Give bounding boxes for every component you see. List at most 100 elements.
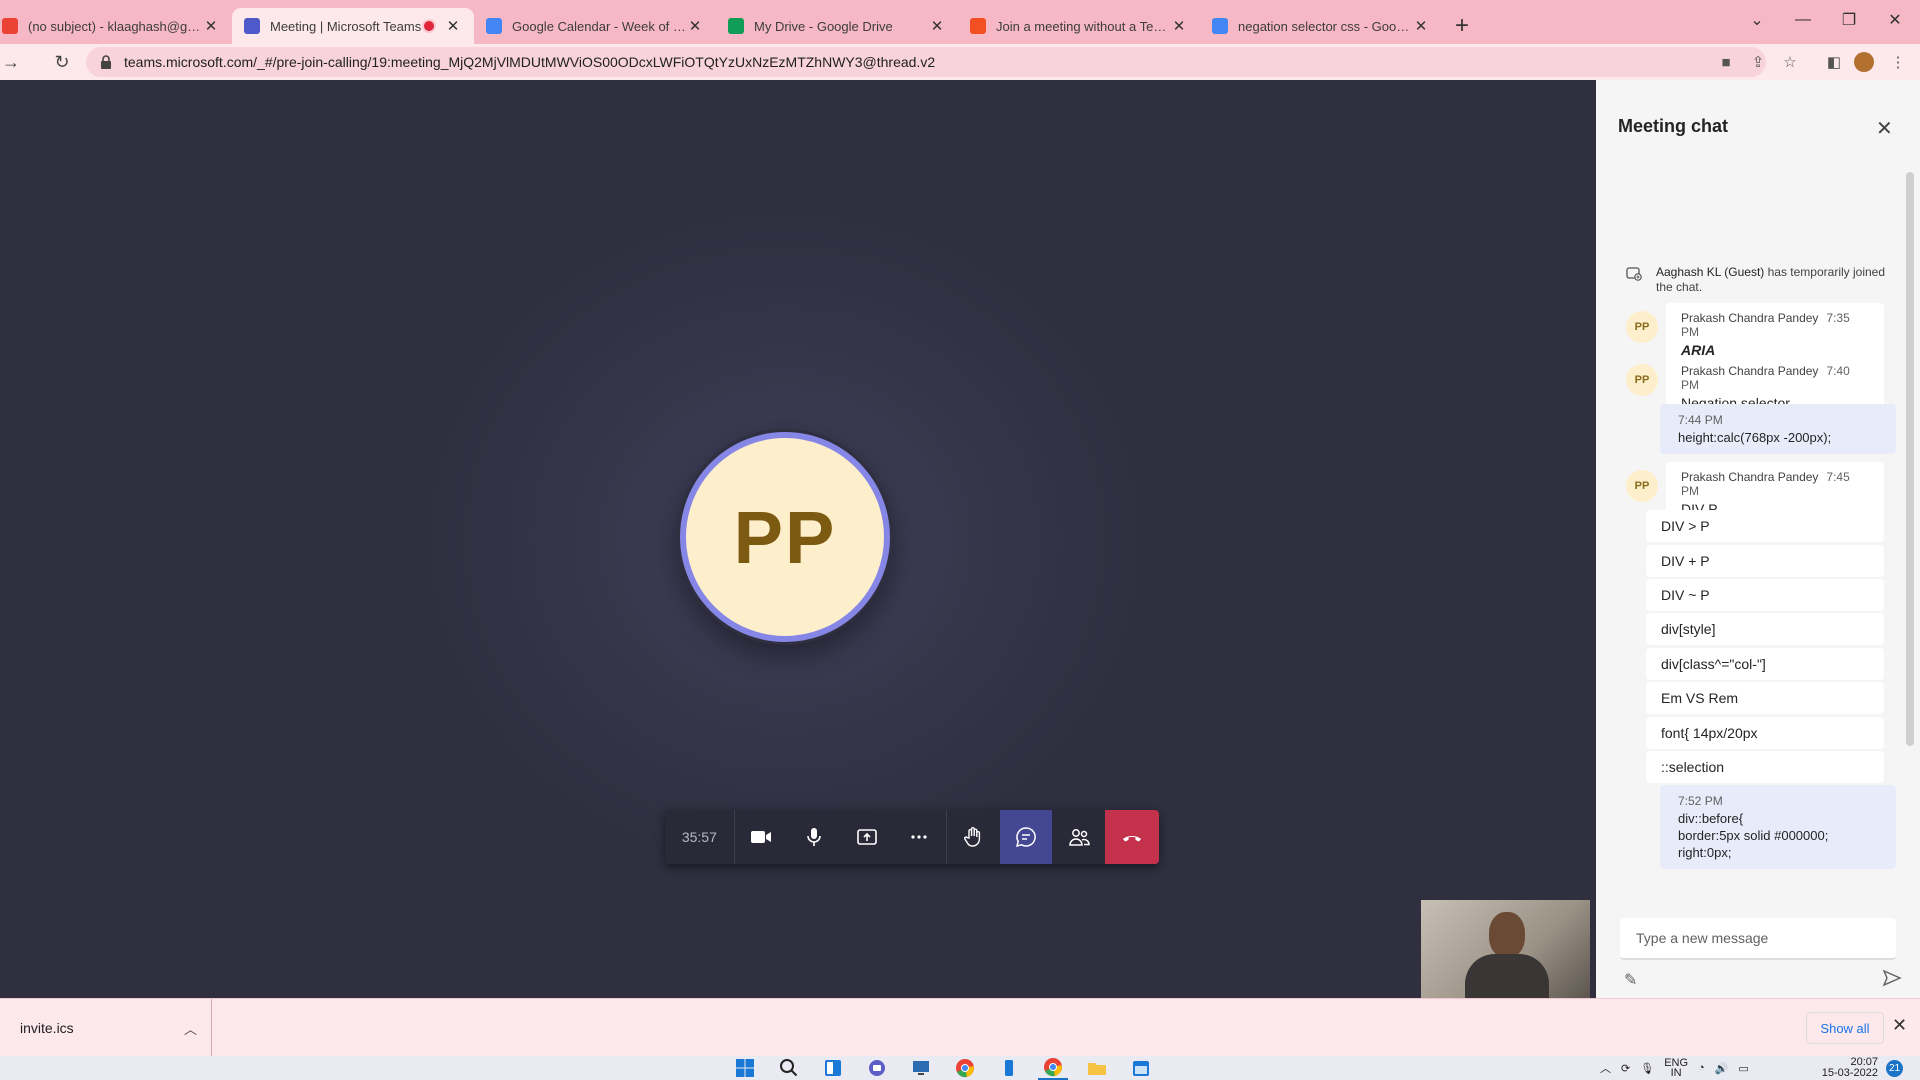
- tray-microphone-icon[interactable]: 🎙: [1640, 1062, 1654, 1075]
- participants-button[interactable]: [1052, 810, 1105, 864]
- message-line: right:0px;: [1678, 845, 1732, 860]
- widgets-icon[interactable]: [818, 1056, 848, 1080]
- message-text: font{ 14px/20px: [1661, 725, 1758, 741]
- chat-panel-title: Meeting chat: [1618, 116, 1729, 136]
- browser-tab[interactable]: My Drive - Google Drive ✕: [716, 8, 958, 44]
- tab-title: Meeting | Microsoft Teams: [270, 18, 422, 34]
- raise-hand-button[interactable]: [947, 810, 1000, 864]
- camera-button[interactable]: [735, 810, 788, 864]
- message-meta: Prakash Chandra Pandey 7:40 PM: [1681, 364, 1869, 392]
- volume-icon[interactable]: 🔊: [1715, 1062, 1729, 1075]
- close-tab-icon[interactable]: ✕: [686, 17, 704, 35]
- minimize-button[interactable]: —: [1780, 0, 1826, 40]
- message-time: 7:52 PM: [1678, 794, 1723, 808]
- battery-icon[interactable]: ▭: [1738, 1062, 1748, 1075]
- own-message[interactable]: 7:44 PM height:calc(768px -200px);: [1660, 404, 1896, 454]
- calendar-app-icon[interactable]: [1126, 1056, 1156, 1080]
- address-bar[interactable]: teams.microsoft.com/_#/pre-join-calling/…: [86, 47, 1766, 77]
- notification-badge[interactable]: 21: [1886, 1060, 1903, 1077]
- message-line: border:5px solid #000000;: [1678, 828, 1829, 843]
- teams-chat-icon[interactable]: [862, 1056, 892, 1080]
- message-text: ::selection: [1661, 759, 1725, 775]
- show-all-button[interactable]: Show all: [1806, 1012, 1884, 1044]
- close-tab-icon[interactable]: ✕: [928, 17, 946, 35]
- share-icon[interactable]: ⇪: [1746, 50, 1770, 74]
- message-compose-box[interactable]: Type a new message: [1620, 918, 1896, 960]
- message-meta: Prakash Chandra Pandey 7:45 PM: [1681, 470, 1869, 498]
- close-tab-icon[interactable]: ✕: [202, 17, 220, 35]
- more-actions-button[interactable]: [893, 810, 946, 864]
- call-controls-bar: 35:57: [665, 810, 1159, 864]
- profile-avatar[interactable]: [1854, 52, 1874, 72]
- language-indicator[interactable]: ENG IN: [1664, 1058, 1688, 1079]
- browser-tab[interactable]: Join a meeting without a Teams account✕: [958, 8, 1200, 44]
- reload-icon[interactable]: ↻: [44, 44, 80, 80]
- close-tab-icon[interactable]: ✕: [444, 17, 462, 35]
- restore-button[interactable]: ❐: [1826, 0, 1872, 40]
- wifi-icon[interactable]: ◔: [1698, 1062, 1705, 1074]
- message-bubble: font{ 14px/20px: [1646, 717, 1884, 749]
- leave-call-button[interactable]: [1105, 810, 1159, 864]
- tab-title: (no subject) - klaaghash@gmail.com: [28, 18, 202, 34]
- browser-tab[interactable]: Google Calendar - Week of March✕: [474, 8, 716, 44]
- close-window-button[interactable]: ✕: [1872, 0, 1918, 40]
- tab-search-icon[interactable]: ⌄: [1734, 0, 1780, 40]
- sync-icon[interactable]: ⟳: [1621, 1062, 1630, 1075]
- sender-avatar: PP: [1626, 470, 1658, 502]
- sender-name: Prakash Chandra Pandey: [1681, 470, 1819, 484]
- clock-date: 15-03-2022: [1821, 1067, 1878, 1079]
- close-tab-icon[interactable]: ✕: [1170, 17, 1188, 35]
- chat-message-list: Aaghash KL (Guest) has temporarily joine…: [1596, 180, 1906, 912]
- browser-menu-icon[interactable]: ⋮: [1886, 50, 1910, 74]
- own-message[interactable]: 7:52 PM div::before{border:5px solid #000…: [1660, 785, 1896, 869]
- chat-icon: [1015, 827, 1036, 848]
- chrome-icon[interactable]: [950, 1056, 980, 1080]
- close-chat-icon[interactable]: ✕: [1876, 116, 1893, 141]
- message-text: DIV + P: [1661, 553, 1710, 569]
- region-text: IN: [1670, 1067, 1682, 1079]
- tab-title: My Drive - Google Drive: [754, 18, 893, 34]
- new-tab-button[interactable]: +: [1442, 8, 1482, 44]
- chevron-up-icon[interactable]: ︿: [184, 1019, 197, 1038]
- side-panel-icon[interactable]: ◧: [1822, 50, 1846, 74]
- microphone-button[interactable]: [788, 810, 841, 864]
- file-explorer-icon[interactable]: [1082, 1056, 1112, 1080]
- lock-icon: [101, 55, 111, 69]
- download-item[interactable]: invite.ics ︿: [0, 999, 212, 1057]
- search-icon[interactable]: [774, 1056, 804, 1080]
- phone-link-icon[interactable]: [994, 1056, 1024, 1080]
- joined-user-name: Aaghash KL (Guest): [1656, 265, 1765, 279]
- self-video-preview[interactable]: [1421, 900, 1590, 998]
- format-icon[interactable]: ✎: [1624, 970, 1637, 990]
- gmail-icon: [2, 18, 18, 34]
- message-time: 7:44 PM: [1678, 413, 1723, 427]
- desktop-icon[interactable]: [906, 1056, 936, 1080]
- sender-name: Prakash Chandra Pandey: [1681, 311, 1819, 325]
- compose-placeholder: Type a new message: [1636, 930, 1769, 946]
- show-hidden-icons-icon[interactable]: ︿: [1600, 1060, 1611, 1076]
- start-icon[interactable]: [730, 1056, 760, 1080]
- sender-avatar: PP: [1626, 311, 1658, 343]
- message-bubble: div[class^="col-"]: [1646, 648, 1884, 680]
- share-tray-icon: [856, 829, 877, 845]
- camera-in-use-icon[interactable]: ■: [1714, 50, 1738, 74]
- browser-tab[interactable]: negation selector css - Google Search✕: [1200, 8, 1442, 44]
- google-icon: [1212, 18, 1228, 34]
- chat-scrollbar[interactable]: [1906, 172, 1914, 746]
- address-toolbar: → ↻ teams.microsoft.com/_#/pre-join-call…: [0, 44, 1920, 80]
- bookmark-star-icon[interactable]: ☆: [1778, 50, 1802, 74]
- message-text: height:calc(768px -200px);: [1678, 430, 1832, 445]
- share-screen-button[interactable]: [840, 810, 893, 864]
- send-icon[interactable]: [1882, 968, 1902, 988]
- forward-icon[interactable]: →: [0, 44, 22, 80]
- taskbar-clock[interactable]: 20:07 15-03-2022: [1810, 1057, 1878, 1079]
- microphone-icon: [807, 828, 821, 846]
- chat-button[interactable]: [999, 810, 1053, 864]
- close-tab-icon[interactable]: ✕: [1412, 17, 1430, 35]
- close-download-bar-icon[interactable]: ✕: [1892, 1015, 1907, 1036]
- browser-tab[interactable]: (no subject) - klaaghash@gmail.com✕: [0, 8, 232, 44]
- browser-tab[interactable]: Meeting | Microsoft Teams ✕: [232, 8, 474, 44]
- chrome-active-icon[interactable]: [1038, 1056, 1068, 1080]
- self-video-head: [1489, 912, 1525, 958]
- tab-title: Google Calendar - Week of March: [512, 18, 686, 34]
